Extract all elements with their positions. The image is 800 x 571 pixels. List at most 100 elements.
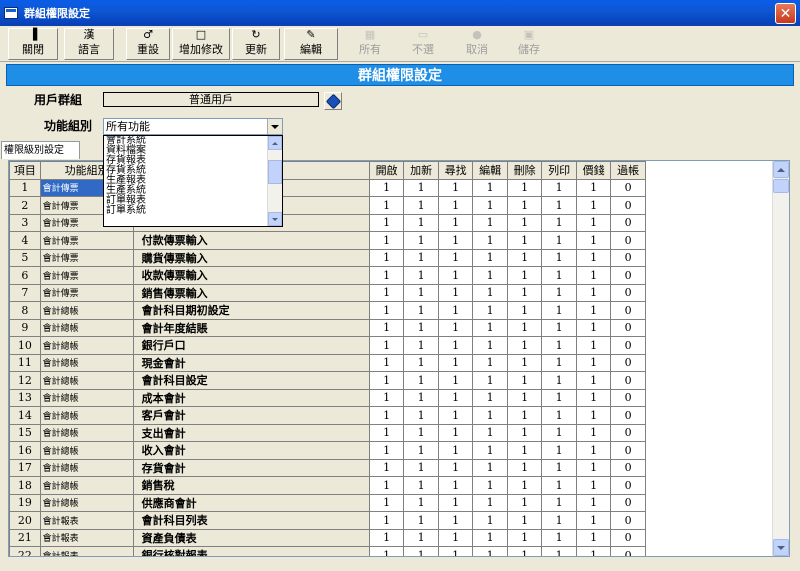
permission-cell[interactable]: 1 (575, 196, 612, 215)
row-number[interactable]: 21 (9, 528, 41, 547)
update-button[interactable]: ↻ 更新 (232, 28, 280, 60)
permission-cell[interactable]: 1 (506, 353, 543, 372)
permission-cell[interactable]: 1 (506, 231, 543, 250)
table-row[interactable]: 22 會計報表 銀行核對報表 1 1 1 1 1 1 1 0 (9, 546, 789, 556)
user-group-field[interactable]: 普通用戶 (103, 92, 319, 107)
permission-cell[interactable]: 1 (575, 318, 612, 337)
permission-cell[interactable]: 1 (403, 178, 439, 197)
table-row[interactable]: 15 會計總帳 支出會計 1 1 1 1 1 1 1 0 (9, 423, 789, 442)
permission-cell[interactable]: 0 (610, 493, 646, 512)
column-header[interactable]: 刪除 (506, 161, 543, 180)
permission-cell[interactable]: 1 (437, 476, 474, 495)
save-button[interactable]: ▣ 儲存 (507, 28, 551, 60)
function-name-cell[interactable]: 購貨傳票輸入 (132, 248, 370, 267)
permission-cell[interactable]: 1 (575, 353, 612, 372)
table-row[interactable]: 16 會計總帳 收入會計 1 1 1 1 1 1 1 0 (9, 441, 789, 460)
chevron-down-icon[interactable] (267, 119, 282, 134)
permission-cell[interactable]: 1 (575, 423, 612, 442)
row-number[interactable]: 19 (9, 493, 41, 512)
table-row[interactable]: 9 會計總帳 會計年度結賬 1 1 1 1 1 1 1 0 (9, 318, 789, 337)
permission-cell[interactable]: 1 (575, 406, 612, 425)
column-header[interactable]: 尋找 (437, 161, 474, 180)
permission-cell[interactable]: 1 (541, 301, 577, 320)
function-group-cell[interactable]: 會計報表 (39, 528, 134, 547)
permission-cell[interactable]: 0 (610, 371, 646, 390)
permission-cell[interactable]: 1 (541, 196, 577, 215)
permission-cell[interactable]: 1 (575, 178, 612, 197)
permission-cell[interactable]: 1 (472, 441, 508, 460)
function-name-cell[interactable]: 會計科目設定 (132, 371, 370, 390)
function-name-cell[interactable]: 現金會計 (132, 353, 370, 372)
permission-cell[interactable]: 0 (610, 301, 646, 320)
permission-cell[interactable]: 1 (368, 528, 405, 547)
permission-cell[interactable]: 1 (541, 493, 577, 512)
permission-cell[interactable]: 1 (541, 178, 577, 197)
scroll-up-icon[interactable] (268, 136, 282, 150)
row-number[interactable]: 17 (9, 458, 41, 477)
permission-cell[interactable]: 1 (575, 283, 612, 302)
permission-cell[interactable]: 1 (368, 353, 405, 372)
permission-cell[interactable]: 1 (541, 336, 577, 355)
function-name-cell[interactable]: 付款傳票輸入 (132, 231, 370, 250)
permission-cell[interactable]: 1 (403, 458, 439, 477)
permission-cell[interactable]: 1 (472, 458, 508, 477)
row-number[interactable]: 16 (9, 441, 41, 460)
scroll-thumb[interactable] (773, 179, 789, 193)
permission-cell[interactable]: 1 (403, 283, 439, 302)
permission-cell[interactable]: 1 (472, 248, 508, 267)
permission-cell[interactable]: 1 (437, 423, 474, 442)
permission-cell[interactable]: 0 (610, 511, 646, 530)
row-number[interactable]: 8 (9, 301, 41, 320)
permission-cell[interactable]: 1 (368, 231, 405, 250)
user-group-lookup-button[interactable] (324, 92, 342, 110)
function-name-cell[interactable]: 支出會計 (132, 423, 370, 442)
function-name-cell[interactable]: 會計年度結賬 (132, 318, 370, 337)
permission-cell[interactable]: 1 (403, 266, 439, 285)
permission-cell[interactable]: 1 (472, 528, 508, 547)
permission-cell[interactable]: 1 (403, 546, 439, 556)
row-number[interactable]: 6 (9, 266, 41, 285)
permission-cell[interactable]: 0 (610, 196, 646, 215)
permission-cell[interactable]: 1 (437, 546, 474, 556)
function-group-cell[interactable]: 會計總帳 (39, 318, 134, 337)
function-group-cell[interactable]: 會計總帳 (39, 493, 134, 512)
permission-cell[interactable]: 1 (437, 511, 474, 530)
permission-cell[interactable]: 1 (472, 301, 508, 320)
permission-cell[interactable]: 1 (437, 318, 474, 337)
permission-cell[interactable]: 1 (368, 213, 405, 232)
column-header[interactable]: 項目 (9, 161, 41, 180)
column-header[interactable]: 開啟 (368, 161, 405, 180)
function-name-cell[interactable]: 存貨會計 (132, 458, 370, 477)
function-name-cell[interactable]: 銀行戶口 (132, 336, 370, 355)
permission-cell[interactable]: 1 (472, 493, 508, 512)
permission-cell[interactable]: 1 (541, 353, 577, 372)
permission-cell[interactable]: 1 (575, 493, 612, 512)
permission-cell[interactable]: 1 (403, 423, 439, 442)
permission-cell[interactable]: 1 (506, 213, 543, 232)
close-window-button[interactable]: ✕ (775, 3, 796, 24)
function-group-cell[interactable]: 會計總帳 (39, 441, 134, 460)
permission-cell[interactable]: 0 (610, 336, 646, 355)
function-name-cell[interactable]: 銀行核對報表 (132, 546, 370, 556)
permission-cell[interactable]: 1 (575, 528, 612, 547)
permission-cell[interactable]: 1 (575, 213, 612, 232)
function-group-cell[interactable]: 會計總帳 (39, 458, 134, 477)
permission-cell[interactable]: 1 (437, 458, 474, 477)
permission-cell[interactable]: 0 (610, 423, 646, 442)
function-name-cell[interactable]: 資產負債表 (132, 528, 370, 547)
permission-cell[interactable]: 1 (437, 301, 474, 320)
permission-cell[interactable]: 0 (610, 388, 646, 407)
table-row[interactable]: 21 會計報表 資產負債表 1 1 1 1 1 1 1 0 (9, 528, 789, 547)
row-number[interactable]: 20 (9, 511, 41, 530)
permission-cell[interactable]: 1 (575, 458, 612, 477)
permission-cell[interactable]: 1 (575, 336, 612, 355)
function-name-cell[interactable]: 供應商會計 (132, 493, 370, 512)
function-group-cell[interactable]: 會計總帳 (39, 353, 134, 372)
function-group-cell[interactable]: 會計總帳 (39, 476, 134, 495)
column-header[interactable]: 加新 (403, 161, 439, 180)
permission-cell[interactable]: 1 (368, 406, 405, 425)
permission-cell[interactable]: 1 (472, 231, 508, 250)
permission-cell[interactable]: 1 (403, 196, 439, 215)
table-row[interactable]: 8 會計總帳 會計科目期初設定 1 1 1 1 1 1 1 0 (9, 301, 789, 320)
permission-cell[interactable]: 1 (472, 266, 508, 285)
